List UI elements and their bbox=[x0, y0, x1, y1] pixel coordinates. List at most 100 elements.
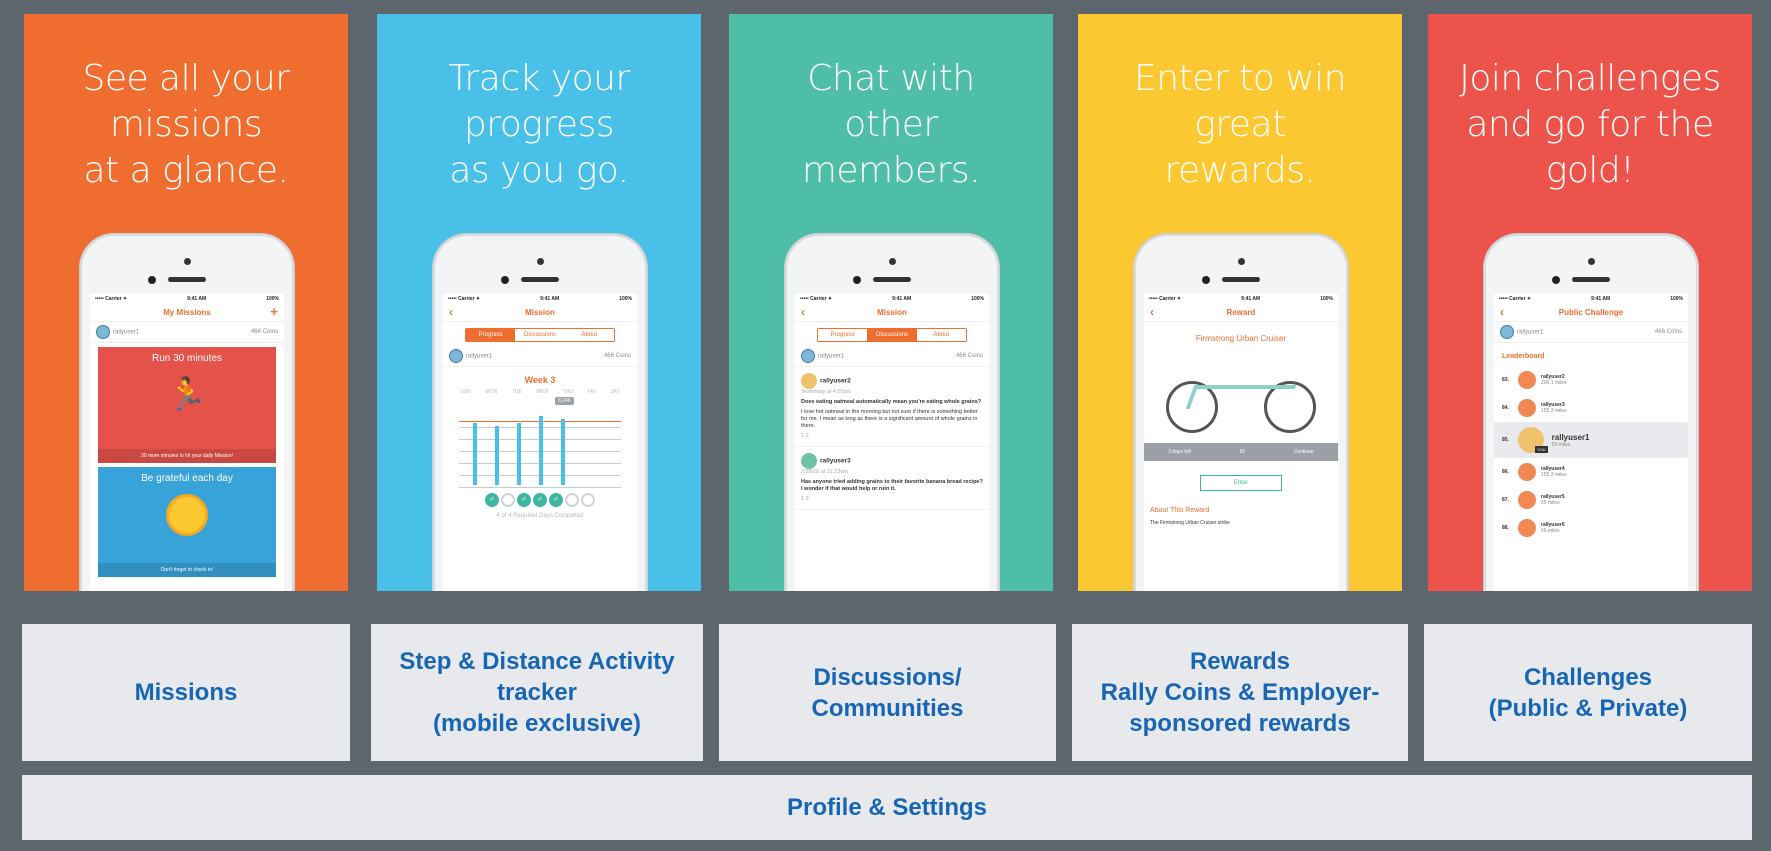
reward-title: Firmstrong Urban Cruiser bbox=[1195, 334, 1287, 343]
phone-mockup: ••••• Carrier ✦ 9:41 AM 100% ‹ Mission P… bbox=[433, 234, 647, 591]
you-badge: YOU bbox=[1535, 446, 1548, 453]
step-chart: 8,246 bbox=[459, 397, 621, 488]
post-question: Does eating oatmeal automatically mean y… bbox=[801, 399, 982, 405]
discussion-post[interactable]: rallyuser3 2/28/16 at 11:23am Has anyone… bbox=[795, 447, 989, 510]
rewards-promo-panel: Enter to win great rewards. ••••• Carrie… bbox=[1078, 14, 1402, 591]
add-icon[interactable]: + bbox=[270, 304, 278, 319]
leaderboard-row[interactable]: 85. YOU rallyuser1 55 miles bbox=[1494, 422, 1688, 458]
time-text: 9:41 AM bbox=[892, 296, 912, 302]
gridline bbox=[459, 487, 621, 488]
phone-mockup: ••••• Carrier ✦ 9:41 AM 100% ‹ Reward Fi… bbox=[1134, 234, 1348, 591]
days-left: 3 days left bbox=[1168, 449, 1192, 455]
tab-about[interactable]: About bbox=[917, 329, 966, 341]
carrier-text: ••••• Carrier ✦ bbox=[448, 296, 481, 302]
feature-profile-settings: Profile & Settings bbox=[22, 775, 1752, 840]
carrier-text: ••••• Carrier ✦ bbox=[1149, 296, 1182, 302]
battery-text: 100% bbox=[619, 296, 632, 302]
avatar bbox=[96, 325, 110, 339]
leaderboard-row[interactable]: 84. rallyuser3 155.2 miles bbox=[1494, 394, 1688, 422]
empty-check-icon bbox=[501, 493, 515, 507]
leaderboard-row[interactable]: 87. rallyuser5 55 miles bbox=[1494, 486, 1688, 514]
avatar bbox=[1518, 463, 1536, 481]
leaderboard-row[interactable]: 83. rallyuser2 200.1 miles bbox=[1494, 366, 1688, 394]
tab-discussions[interactable]: Discussions bbox=[867, 329, 917, 341]
check-icon: ✓ bbox=[533, 493, 547, 507]
step-bar bbox=[495, 426, 499, 485]
nav-title: My Missions bbox=[163, 308, 211, 317]
empty-check-icon bbox=[565, 493, 579, 507]
feature-overview: See all your missions at a glance. •••••… bbox=[0, 0, 1771, 851]
status-bar: ••••• Carrier ✦ 9:41 AM 100% bbox=[1494, 294, 1688, 304]
leader-info: rallyuser6 55 miles bbox=[1541, 522, 1565, 534]
nav-bar: ‹ Public Challenge bbox=[1494, 304, 1688, 322]
weekday-label: MON bbox=[485, 389, 498, 395]
nav-title: Mission bbox=[877, 308, 907, 317]
weekday-label: SAT bbox=[610, 389, 620, 395]
rank: 86. bbox=[1502, 469, 1509, 475]
tab-progress[interactable]: Progress bbox=[466, 329, 516, 341]
nav-bar: ‹ Reward bbox=[1144, 304, 1338, 322]
mission-footer: 30 more minutes to hit your daily Missio… bbox=[98, 449, 276, 463]
back-chevron-icon[interactable]: ‹ bbox=[449, 305, 453, 319]
leader-miles: 155.2 miles bbox=[1541, 472, 1567, 478]
leader-info: rallyuser3 155.2 miles bbox=[1541, 402, 1567, 414]
challenges-promo-panel: Join challenges and go for the gold! •••… bbox=[1428, 14, 1752, 591]
time-text: 9:41 AM bbox=[1591, 296, 1611, 302]
step-bar bbox=[517, 423, 521, 485]
user-row: rallyuser1 466 Coins bbox=[443, 346, 637, 367]
enter-button[interactable]: Enter bbox=[1200, 475, 1282, 491]
leader-miles: 55 miles bbox=[1541, 500, 1560, 506]
coin-count: 466 Coins bbox=[1654, 329, 1682, 335]
speaker-icon bbox=[1222, 277, 1260, 282]
discussion-post[interactable]: rallyuser2 Yesterday at 4:03pm Does eati… bbox=[795, 367, 989, 447]
phone-screen: ••••• Carrier ✦ 9:41 AM 100% ‹ Reward Fi… bbox=[1144, 294, 1338, 591]
tab-discussions[interactable]: Discussions bbox=[515, 329, 564, 341]
continue-link[interactable]: Continue bbox=[1294, 449, 1314, 455]
panel-headline: Chat with other members. bbox=[801, 58, 981, 191]
tab-about[interactable]: About bbox=[565, 329, 614, 341]
speaker-icon bbox=[1572, 277, 1610, 282]
post-time: 2/28/16 at 11:23am bbox=[801, 469, 848, 475]
mission-card-grateful[interactable]: Be grateful each day Don't forget to che… bbox=[98, 467, 276, 577]
tab-progress[interactable]: Progress bbox=[818, 329, 867, 341]
avatar bbox=[1500, 325, 1514, 339]
runner-icon: 🏃 bbox=[167, 376, 207, 412]
step-bar bbox=[561, 419, 565, 485]
step-bar bbox=[539, 416, 543, 485]
time-text: 9:41 AM bbox=[187, 296, 207, 302]
user-row: rallyuser1 466 Coins bbox=[1494, 322, 1688, 343]
leader-info: rallyuser5 55 miles bbox=[1541, 494, 1565, 506]
post-time: Yesterday at 4:03pm bbox=[801, 389, 852, 395]
leader-miles: 200.1 miles bbox=[1541, 380, 1567, 386]
speaker-icon bbox=[521, 277, 559, 282]
speaker-icon bbox=[168, 277, 206, 282]
leaderboard-row[interactable]: 86. rallyuser4 155.2 miles bbox=[1494, 458, 1688, 486]
username: rallyuser1 bbox=[818, 353, 845, 360]
weekday-label: FRI bbox=[587, 389, 596, 395]
leaderboard-row[interactable]: 88. rallyuser6 55 miles bbox=[1494, 514, 1688, 542]
phone-mockup: ••••• Carrier ✦ 9:41 AM 100% ‹ Public Ch… bbox=[1484, 234, 1698, 591]
camera-icon bbox=[1588, 258, 1595, 265]
nav-bar: ‹ Mission bbox=[795, 304, 989, 322]
camera-icon bbox=[1238, 258, 1245, 265]
status-bar: ••••• Carrier ✦ 9:41 AM 100% bbox=[795, 294, 989, 304]
back-chevron-icon[interactable]: ‹ bbox=[801, 305, 805, 319]
phone-screen: ••••• Carrier ✦ 9:41 AM 100% ‹ Mission P… bbox=[443, 294, 637, 591]
back-chevron-icon[interactable]: ‹ bbox=[1500, 305, 1504, 319]
mission-footer: Don't forget to check in! bbox=[98, 563, 276, 577]
mission-card-run[interactable]: Run 30 minutes 🏃 30 more minutes to hit … bbox=[98, 347, 276, 463]
sensor-icon bbox=[853, 276, 861, 284]
time-text: 9:41 AM bbox=[540, 296, 560, 302]
phone-screen: ••••• Carrier ✦ 9:41 AM 100% ‹ Public Ch… bbox=[1494, 294, 1688, 591]
post-author: rallyuser3 bbox=[820, 457, 851, 465]
leader-info: rallyuser1 55 miles bbox=[1552, 433, 1590, 448]
battery-text: 100% bbox=[1670, 296, 1683, 302]
about-title: About This Reward bbox=[1150, 507, 1210, 514]
day-checks: ✓ ✓ ✓ ✓ bbox=[443, 493, 637, 507]
phone-mockup: ••••• Carrier ✦ 9:41 AM 100% My Missions… bbox=[80, 234, 294, 591]
back-chevron-icon[interactable]: ‹ bbox=[1150, 305, 1154, 319]
feature-rewards: Rewards Rally Coins & Employer- sponsore… bbox=[1072, 624, 1408, 761]
reward-stats: 3 days left 50 Continue bbox=[1144, 443, 1338, 461]
phone-screen: ••••• Carrier ✦ 9:41 AM 100% ‹ Mission P… bbox=[795, 294, 989, 591]
missions-promo-panel: See all your missions at a glance. •••••… bbox=[24, 14, 348, 591]
